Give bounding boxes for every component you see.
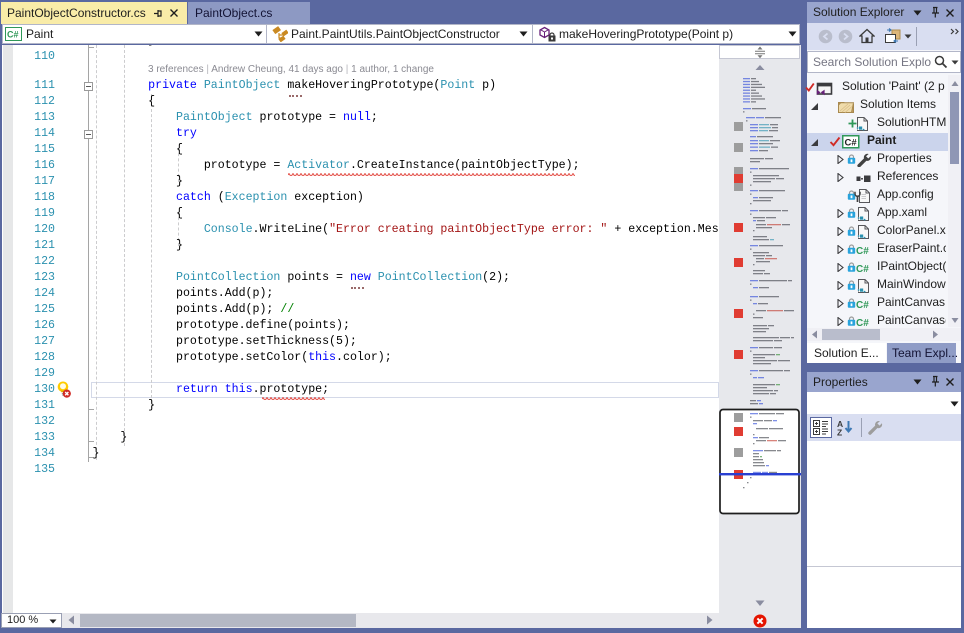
svg-text:Z: Z	[837, 428, 842, 437]
svg-text:C#: C#	[845, 138, 858, 149]
svg-text:C#: C#	[7, 30, 19, 40]
svg-text:C#: C#	[856, 300, 869, 310]
svg-text:C#: C#	[856, 318, 869, 328]
svg-text:C#: C#	[856, 246, 869, 256]
svg-text:C#: C#	[856, 264, 869, 274]
